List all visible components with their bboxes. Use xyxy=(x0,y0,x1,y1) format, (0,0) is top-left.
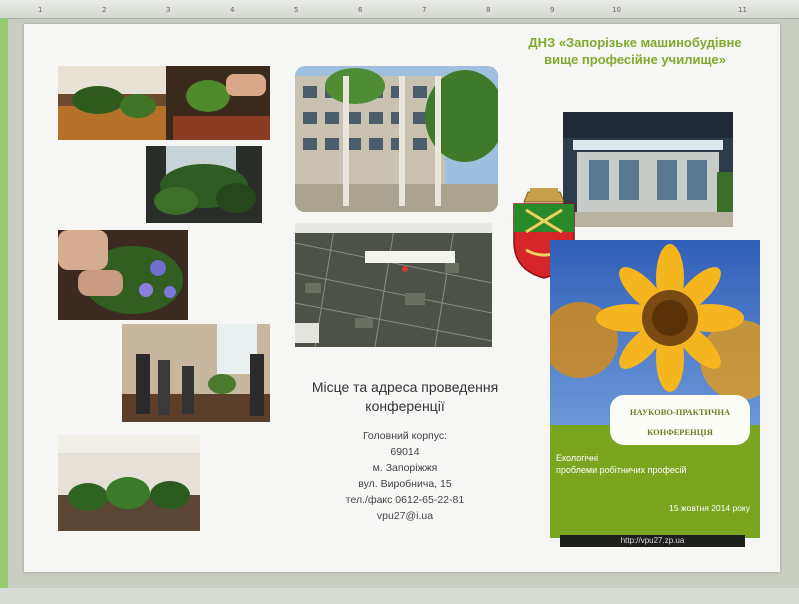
venue-heading: Місце та адреса проведення конференції xyxy=(290,378,520,416)
photo-greenery-window[interactable] xyxy=(146,146,262,223)
photo-plants-curtain[interactable] xyxy=(58,435,200,531)
ruler-tick: 1 xyxy=(38,6,43,14)
venue-heading-line2: конференції xyxy=(365,398,445,414)
organization-title-line2: вище професійне училище» xyxy=(544,52,726,67)
badge-line2: КОНФЕРЕНЦІЯ xyxy=(647,427,713,437)
address-postcode: 69014 xyxy=(390,446,420,458)
ruler-tick: 9 xyxy=(550,6,555,14)
topic-line1: Екологічні xyxy=(556,453,599,463)
ruler-tick: 10 xyxy=(612,6,621,14)
ruler-tick: 4 xyxy=(230,6,235,14)
address-city: м. Запоріжжя xyxy=(372,462,438,474)
address-building: Головний корпус: xyxy=(362,430,448,442)
address-phone: тел./факс 0612-65-22-81 xyxy=(345,494,465,506)
ruler-tick: 11 xyxy=(738,6,747,14)
badge-line1: НАУКОВО-ПРАКТИЧНА xyxy=(629,407,731,417)
top-ruler: 1 2 3 4 5 6 7 8 9 10 11 xyxy=(0,0,799,19)
organization-title: ДНЗ «Запорізьке машинобудівне вище профе… xyxy=(500,34,770,68)
organization-title-line1: ДНЗ «Запорізьке машинобудівне xyxy=(528,35,742,50)
ruler-tick: 2 xyxy=(102,6,107,14)
address-email: vpu27@i.ua xyxy=(376,510,434,522)
conference-topic: Екологічні проблеми робітничих професій xyxy=(556,452,756,476)
ruler-tick: 8 xyxy=(486,6,491,14)
photo-school-building[interactable] xyxy=(295,66,498,212)
topic-line2: проблеми робітничих професій xyxy=(556,465,687,475)
address-street: вул. Виробнича, 15 xyxy=(358,478,452,490)
left-panel-edge xyxy=(0,18,8,604)
website-link[interactable]: http://vpu27.zp.ua xyxy=(560,535,745,547)
ruler-tick: 7 xyxy=(422,6,427,14)
photo-plants-windowsill[interactable] xyxy=(58,66,270,140)
venue-heading-line1: Місце та адреса проведення xyxy=(311,379,499,395)
photo-classroom-students[interactable] xyxy=(122,324,270,422)
map-location[interactable] xyxy=(295,223,492,347)
photo-school-entrance[interactable] xyxy=(563,112,733,227)
address-block: Головний корпус: 69014 м. Запоріжжя вул.… xyxy=(310,428,500,524)
ruler-tick: 3 xyxy=(166,6,171,14)
bottom-bar xyxy=(0,588,799,604)
conference-badge: НАУКОВО-ПРАКТИЧНА КОНФЕРЕНЦІЯ xyxy=(610,395,750,445)
photo-planting-flowers[interactable] xyxy=(58,230,188,320)
conference-date: 15 жовтня 2014 року xyxy=(669,503,750,513)
ruler-tick: 5 xyxy=(294,6,299,14)
ruler-tick: 6 xyxy=(358,6,363,14)
conference-poster[interactable] xyxy=(550,240,760,538)
